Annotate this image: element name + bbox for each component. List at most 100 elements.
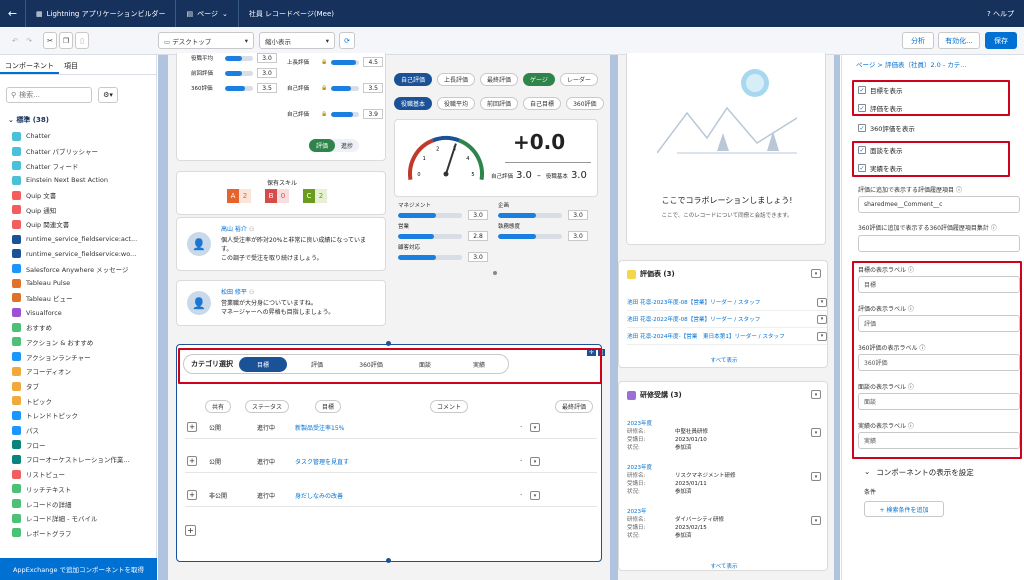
component-item[interactable]: アコーディオン bbox=[0, 364, 156, 379]
component-item[interactable]: アクション & おすすめ bbox=[0, 335, 156, 350]
save-button[interactable]: 保存 bbox=[985, 32, 1017, 49]
component-item[interactable]: Quip 関連文書 bbox=[0, 217, 156, 232]
cut-button[interactable]: ✂ bbox=[43, 32, 57, 49]
pages-menu[interactable]: ▤ ページ ⌄ bbox=[176, 0, 239, 27]
delete-button[interactable]: ▯ bbox=[75, 32, 89, 49]
row-menu-button[interactable]: ▾ bbox=[811, 428, 821, 437]
chart-tab[interactable]: 360評価 bbox=[566, 97, 604, 110]
training-year[interactable]: 2023年 bbox=[627, 508, 827, 516]
training-year[interactable]: 2023年度 bbox=[627, 464, 827, 472]
back-button[interactable]: ← bbox=[0, 0, 26, 27]
component-item[interactable]: レポートグラフ bbox=[0, 526, 156, 541]
component-item[interactable]: パス bbox=[0, 423, 156, 438]
section-header[interactable]: ⌄ 標準 (38) bbox=[0, 109, 156, 129]
goal-link[interactable]: タスク管理を見直す bbox=[295, 457, 349, 466]
copy-button[interactable]: ❐ bbox=[59, 32, 73, 49]
view-all-link[interactable]: すべて表示 bbox=[619, 356, 829, 364]
appexchange-button[interactable]: AppExchange で追加コンポーネントを取得 bbox=[0, 558, 157, 580]
row-menu-button[interactable]: ▾ bbox=[817, 314, 827, 324]
component-item[interactable]: runtime_service_fieldservice:wo... bbox=[0, 247, 156, 262]
expand-button[interactable]: + bbox=[187, 456, 197, 466]
chart-tab[interactable]: 最終評価 bbox=[480, 73, 519, 86]
component-item[interactable]: タブ bbox=[0, 379, 156, 394]
component-item[interactable]: Chatter bbox=[0, 129, 156, 144]
help-button[interactable]: ? ヘルプ bbox=[987, 9, 1014, 19]
evaluation-link[interactable]: 池田 花凛-2024年度-【営業 東日本第1】リーダー / スタッフ bbox=[627, 332, 785, 340]
activate-button[interactable]: 有効化... bbox=[938, 32, 980, 49]
toggle-evaluation[interactable]: 評価 bbox=[309, 139, 336, 152]
visibility-section[interactable]: ⌄ コンポーネントの表示を設定 bbox=[864, 467, 974, 478]
add-filter-button[interactable]: + 検索条件を追加 bbox=[864, 501, 944, 517]
component-search-input[interactable]: ⚲ 検索... bbox=[6, 87, 92, 103]
checkbox[interactable]: ✓ bbox=[858, 124, 866, 132]
component-item[interactable]: レコード詳細 - モバイル bbox=[0, 511, 156, 526]
component-item[interactable]: Chatter パブリッシャー bbox=[0, 144, 156, 159]
goal-link[interactable]: 身だしなみの改善 bbox=[295, 491, 343, 500]
comment-author[interactable]: 松田 修平 ⚇ bbox=[221, 287, 254, 296]
chart-tab[interactable]: 自己目標 bbox=[523, 97, 562, 110]
view-all-link[interactable]: すべて表示 bbox=[619, 562, 829, 570]
component-item[interactable]: レコードの詳細 bbox=[0, 496, 156, 511]
evaluation-link[interactable]: 池田 花凛-2023年度-08【営業】リーダー / スタッフ bbox=[627, 298, 760, 306]
component-item[interactable]: Quip 文書 bbox=[0, 188, 156, 203]
component-item[interactable]: フロー bbox=[0, 437, 156, 452]
row-menu-button[interactable]: ▾ bbox=[817, 297, 827, 307]
resize-handle[interactable] bbox=[386, 558, 391, 563]
evaluation-bar-fill bbox=[331, 111, 354, 117]
chart-tab[interactable]: ゲージ bbox=[523, 73, 555, 86]
analyze-button[interactable]: 分析 bbox=[902, 32, 934, 49]
component-item[interactable]: リッチテキスト bbox=[0, 482, 156, 497]
breadcrumb[interactable]: ページ > 評価表（社員）2.0 - カテ... bbox=[856, 59, 966, 69]
chart-tab[interactable]: 前回評価 bbox=[480, 97, 519, 110]
card-menu-button[interactable]: ▾ bbox=[811, 269, 821, 278]
add-row-button[interactable]: + bbox=[185, 525, 196, 536]
training-year[interactable]: 2023年度 bbox=[627, 420, 827, 428]
component-item[interactable]: Tableau ビュー bbox=[0, 291, 156, 306]
tab-fields[interactable]: 項目 bbox=[59, 55, 83, 74]
chart-tab[interactable]: 役職基本 bbox=[394, 97, 433, 110]
field1-input[interactable]: sharedmee__Comment__c bbox=[858, 196, 1020, 213]
tab-components[interactable]: コンポーネント bbox=[0, 55, 59, 74]
zoom-select[interactable]: 縮小表示 ▾ bbox=[259, 32, 335, 49]
chart-tab[interactable]: 自己評価 bbox=[394, 73, 433, 86]
component-item[interactable]: フローオーケストレーション作業... bbox=[0, 452, 156, 467]
component-item[interactable]: Einstein Next Best Action bbox=[0, 173, 156, 188]
component-item[interactable]: おすすめ bbox=[0, 320, 156, 335]
row-menu-button[interactable]: ▾ bbox=[530, 423, 540, 432]
expand-button[interactable]: + bbox=[187, 490, 197, 500]
resize-handle[interactable] bbox=[386, 341, 391, 346]
component-item[interactable]: Chatter フィード bbox=[0, 158, 156, 173]
row-menu-button[interactable]: ▾ bbox=[530, 491, 540, 500]
device-select[interactable]: ▭ デスクトップ ▾ bbox=[158, 32, 254, 49]
field2-input[interactable] bbox=[858, 235, 1020, 252]
chart-tab[interactable]: レーダー bbox=[559, 73, 598, 86]
comment-author[interactable]: 高山 裕介 ⚇ bbox=[221, 224, 254, 233]
toggle-progress[interactable]: 進捗 bbox=[335, 139, 359, 152]
component-item[interactable]: Salesforce Anywhere メッセージ bbox=[0, 261, 156, 276]
component-item[interactable]: トピック bbox=[0, 393, 156, 408]
display-checkbox[interactable]: ✓ 360評価を表示 bbox=[858, 123, 915, 133]
row-menu-button[interactable]: ▾ bbox=[530, 457, 540, 466]
component-item[interactable]: runtime_service_fieldservice:act... bbox=[0, 232, 156, 247]
goal-link[interactable]: 新製品受注率15% bbox=[295, 423, 344, 432]
redo-button[interactable]: ↷ bbox=[22, 32, 36, 49]
goal-status: 進行中 bbox=[257, 459, 276, 466]
evaluation-link[interactable]: 池田 花凛-2022年度-08【営業】リーダー / スタッフ bbox=[627, 315, 760, 323]
row-menu-button[interactable]: ▾ bbox=[817, 331, 827, 341]
component-item[interactable]: Quip 通知 bbox=[0, 202, 156, 217]
component-item[interactable]: Tableau Pulse bbox=[0, 276, 156, 291]
row-menu-button[interactable]: ▾ bbox=[811, 472, 821, 481]
card-menu-button[interactable]: ▾ bbox=[811, 390, 821, 399]
row-menu-button[interactable]: ▾ bbox=[811, 516, 821, 525]
chart-tab[interactable]: 上長評価 bbox=[437, 73, 476, 86]
settings-button[interactable]: ⚙▾ bbox=[98, 87, 118, 103]
undo-button[interactable]: ↶ bbox=[8, 32, 22, 49]
chart-tab[interactable]: 役職平均 bbox=[437, 97, 476, 110]
component-item[interactable]: リストビュー bbox=[0, 467, 156, 482]
component-item[interactable]: トレンドトピック bbox=[0, 408, 156, 423]
refresh-button[interactable]: ⟳ bbox=[339, 32, 355, 49]
expand-button[interactable]: + bbox=[187, 422, 197, 432]
component-item[interactable]: アクションランチャー bbox=[0, 349, 156, 364]
component-item[interactable]: Visualforce bbox=[0, 305, 156, 320]
carousel-dot[interactable] bbox=[493, 271, 497, 275]
